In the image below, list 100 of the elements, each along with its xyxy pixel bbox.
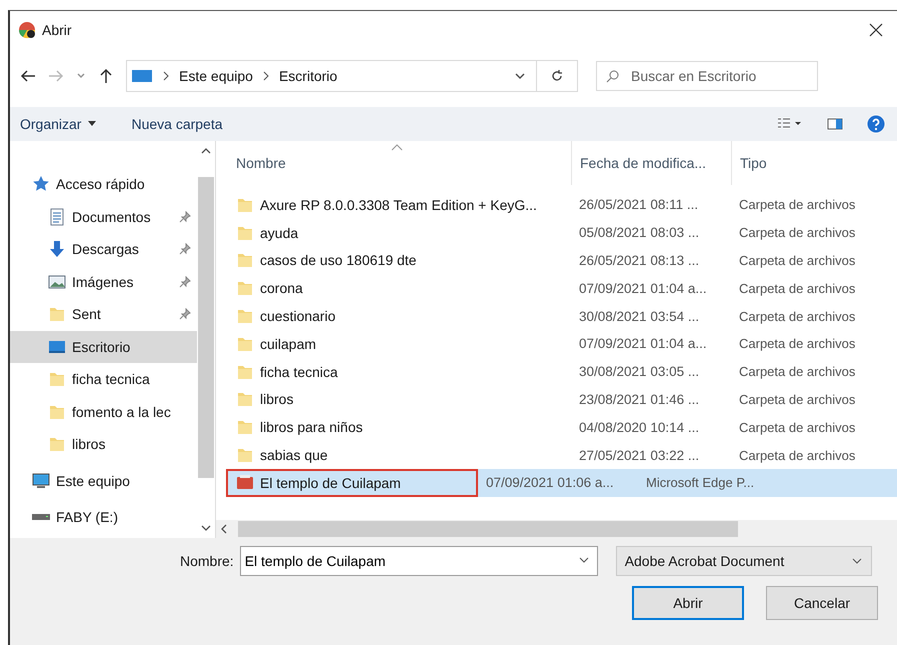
refresh-icon <box>550 69 564 83</box>
sidebar-item[interactable]: Escritorio <box>10 330 197 363</box>
type-cell-text: Carpeta de archivos <box>738 280 856 298</box>
file-name: Axure RP 8.0.0.3308 Team Edition + KeyG... <box>260 196 537 213</box>
type-cell-text: Carpeta de archivos <box>738 252 856 270</box>
folder-icon <box>236 390 254 408</box>
file-name: libros <box>260 391 294 408</box>
chevron-right-icon <box>161 70 171 82</box>
file-name: casos de uso 180619 dte <box>260 252 416 268</box>
document-icon <box>48 208 66 226</box>
close-icon <box>869 23 883 37</box>
pdf-file-icon <box>236 474 254 492</box>
date-cell-text: 26/05/2021 08:13 ... <box>578 252 700 270</box>
file-name: sabias que <box>260 447 328 464</box>
file-row[interactable]: casos de uso 180619 dte 26/05/2021 08:13 ... Carpeta de archivos <box>226 246 897 274</box>
breadcrumb-item[interactable]: Escritorio <box>278 68 338 84</box>
sidebar-item[interactable]: Sent <box>10 298 197 330</box>
horizontal-scrollbar[interactable] <box>216 520 897 538</box>
date-cell-text: 30/08/2021 03:54 ... <box>578 308 700 326</box>
date-cell-text: 27/05/2021 03:22 ... <box>578 446 700 465</box>
folder-icon <box>236 418 254 436</box>
image-icon <box>48 272 66 291</box>
download-arrow-icon <box>48 240 66 258</box>
folder-icon <box>236 279 254 298</box>
date-cell-text: 26/05/2021 08:11 ... <box>578 196 700 214</box>
pin-icon <box>179 210 191 223</box>
date-cell-text: 30/08/2021 03:05 ... <box>578 363 700 382</box>
pin-icon <box>179 243 191 256</box>
date-cell-text: 23/08/2021 01:46 ... <box>578 390 700 409</box>
sidebar-item[interactable]: Acceso rápido <box>10 168 197 200</box>
up-arrow-icon <box>98 68 114 84</box>
file-row[interactable]: libros 23/08/2021 01:46 ... Carpeta de archivos <box>226 386 897 414</box>
folder-icon <box>48 435 66 454</box>
scrollbar-thumb[interactable] <box>238 521 738 537</box>
folder-icon <box>236 251 254 270</box>
file-name: El templo de Cuilapam <box>260 474 401 491</box>
file-name: libros para niños <box>260 419 363 436</box>
file-row[interactable]: ayuda 05/08/2021 08:03 ... Carpeta de archivos <box>226 218 897 247</box>
sidebar-item[interactable]: libros <box>10 428 197 460</box>
computer-icon <box>32 472 50 490</box>
cancel-button[interactable]: Cancelar <box>766 586 878 620</box>
sidebar-item[interactable]: FABY (E:) <box>10 501 197 534</box>
pin-icon <box>179 276 191 288</box>
file-name: cuilapam <box>260 336 316 352</box>
sidebar-item[interactable]: ficha tecnica <box>10 363 197 396</box>
type-cell-text: Carpeta de archivos <box>738 224 856 242</box>
desktop-icon <box>131 68 153 84</box>
folder-icon <box>236 446 254 464</box>
column-header[interactable]: Fecha de modifica... <box>571 141 731 185</box>
file-row[interactable]: libros para niños 04/08/2020 10:14 ... Carpeta de archivos <box>226 413 897 442</box>
column-header[interactable]: Tipo <box>731 141 897 185</box>
sidebar-item[interactable]: Este equipo <box>10 464 197 497</box>
address-bar[interactable]: Este equipo Escritorio <box>126 60 537 92</box>
pin-icon <box>179 308 191 320</box>
new-folder-button[interactable]: Nueva carpeta <box>129 113 225 135</box>
open-button[interactable]: Abrir <box>632 586 744 620</box>
file-row[interactable]: cuestionario 30/08/2021 03:54 ... Carpeta de archivos <box>226 302 897 330</box>
sidebar-item[interactable]: Documentos <box>10 200 197 233</box>
column-header[interactable]: Nombre <box>226 141 571 185</box>
preview-pane-icon <box>827 117 843 131</box>
star-icon <box>32 175 50 194</box>
file-row[interactable]: ficha tecnica 30/08/2021 03:05 ... Carpeta de archivos <box>226 358 897 386</box>
scrollbar-thumb[interactable] <box>198 177 214 478</box>
type-cell-text: Carpeta de archivos <box>738 446 856 465</box>
drive-icon <box>32 514 50 520</box>
refresh-button[interactable] <box>536 60 578 92</box>
file-type-dropdown[interactable]: Adobe Acrobat Document <box>616 546 872 576</box>
type-cell-text: Microsoft Edge P... <box>645 474 756 492</box>
file-name: ayuda <box>260 224 298 241</box>
search-field[interactable]: Buscar en Escritorio <box>596 61 818 91</box>
app-icon <box>18 21 36 39</box>
file-row[interactable]: El templo de Cuilapam 07/09/2021 01:06 a... Microsoft Edge P... <box>226 468 897 497</box>
date-cell-text: 07/09/2021 01:06 a... <box>485 474 615 492</box>
file-name-field[interactable]: El templo de Cuilapam <box>240 546 598 576</box>
type-cell-text: Carpeta de archivos <box>738 308 856 326</box>
chevron-right-icon <box>260 70 271 82</box>
search-icon <box>606 69 620 83</box>
help-icon <box>867 115 885 133</box>
type-cell-text: Carpeta de archivos <box>738 418 856 437</box>
organize-menu-button[interactable]: Organizar <box>18 113 100 135</box>
type-cell-text: Carpeta de archivos <box>738 335 856 354</box>
date-cell-text: 04/08/2020 10:14 ... <box>578 418 700 437</box>
name-label: Nombre: <box>180 553 234 569</box>
file-row[interactable]: corona 07/09/2021 01:04 a... Carpeta de archivos <box>226 274 897 302</box>
window-title: Abrir <box>42 22 72 38</box>
file-row[interactable]: sabias que 27/05/2021 03:22 ... Carpeta de archivos <box>226 441 897 469</box>
folder-icon <box>236 307 254 326</box>
file-name: ficha tecnica <box>260 364 338 380</box>
breadcrumb-item[interactable]: Este equipo <box>179 68 253 84</box>
type-cell-text: Carpeta de archivos <box>738 363 856 382</box>
file-row[interactable]: cuilapam 07/09/2021 01:04 a... Carpeta de archivos <box>226 330 897 358</box>
file-row[interactable]: Axure RP 8.0.0.3308 Team Edition + KeyG... 26/05/2021 08:11 ... Carpeta de archivos <box>226 191 897 219</box>
back-arrow-icon <box>20 68 36 84</box>
sidebar-item[interactable]: Descargas <box>10 233 197 266</box>
date-cell-text: 05/08/2021 08:03 ... <box>578 224 700 242</box>
sidebar-item[interactable]: Imágenes <box>10 266 197 298</box>
type-cell-text: Carpeta de archivos <box>738 196 856 214</box>
sidebar-item[interactable]: fomento a la lec <box>10 396 197 428</box>
file-name: cuestionario <box>260 308 336 324</box>
folder-icon <box>48 305 66 324</box>
